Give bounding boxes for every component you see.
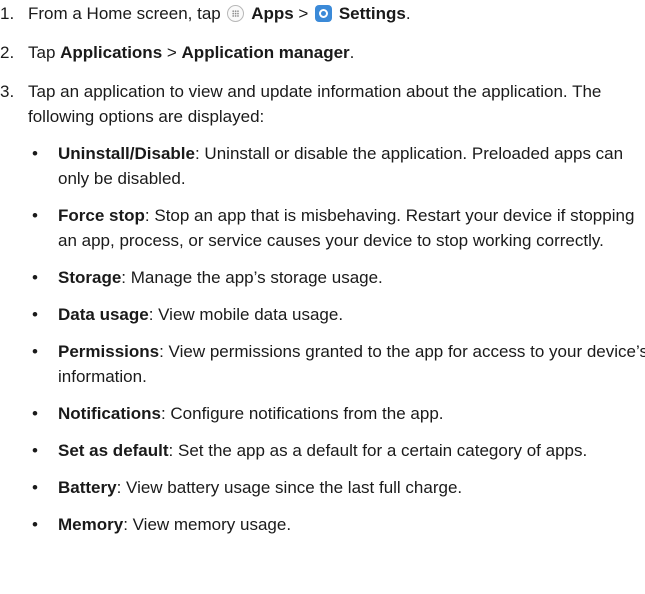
step-1: 1. From a Home screen, tap Apps > Settin…	[0, 1, 645, 26]
instructions-document: 1. From a Home screen, tap Apps > Settin…	[0, 0, 645, 594]
step-number: 3.	[0, 82, 15, 101]
step-number: 2.	[0, 43, 15, 62]
option-notifications: • Notifications: Configure notifications …	[28, 401, 645, 426]
settings-label: Settings	[338, 4, 406, 23]
option-term: Data usage	[58, 305, 149, 324]
option-permissions: • Permissions: View permissions granted t…	[28, 339, 645, 389]
step-3: 3. Tap an application to view and update…	[0, 79, 645, 537]
bullet-icon: •	[32, 268, 38, 287]
apps-label: Apps	[251, 4, 294, 23]
step-2: 2. Tap Applications > Application manage…	[0, 40, 645, 65]
applications-label: Applications	[60, 43, 163, 62]
option-memory: • Memory: View memory usage.	[28, 512, 645, 537]
option-term: Uninstall/Disable	[58, 144, 195, 163]
option-uninstall-disable: • Uninstall/Disable: Uninstall or disable…	[28, 141, 645, 191]
option-set-as-default: • Set as default: Set the app as a defaul…	[28, 438, 645, 463]
option-term: Force stop	[58, 206, 145, 225]
option-battery: • Battery: View battery usage since the l…	[28, 475, 645, 500]
option-term: Set as default	[58, 441, 169, 460]
apps-icon	[227, 5, 245, 22]
bullet-icon: •	[32, 515, 38, 534]
step-text: Tap an application to view and update in…	[28, 82, 602, 126]
bullet-icon: •	[32, 404, 38, 423]
step-text: Tap Applications > Application manager.	[28, 43, 355, 62]
option-description: : Set the app as a default for a certain…	[168, 441, 588, 460]
option-force-stop: • Force stop: Stop an app that is misbeha…	[28, 203, 645, 253]
option-description: : View battery usage since the last full…	[116, 478, 463, 497]
option-data-usage: • Data usage: View mobile data usage.	[28, 302, 645, 327]
bullet-icon: •	[32, 144, 38, 163]
options-list: • Uninstall/Disable: Uninstall or disable…	[28, 141, 645, 537]
application-manager-label: Application manager	[181, 43, 350, 62]
option-description: : Stop an app that is misbehaving. Resta…	[58, 206, 635, 250]
option-description: : View mobile data usage.	[148, 305, 344, 324]
option-description: : Configure notifications from the app.	[160, 404, 444, 423]
option-storage: • Storage: Manage the app’s storage usage…	[28, 265, 645, 290]
option-term: Permissions	[58, 342, 160, 361]
bullet-icon: •	[32, 305, 38, 324]
option-term: Battery	[58, 478, 117, 497]
step-text: From a Home screen, tap Apps > Settings.	[28, 4, 411, 23]
option-term: Memory	[58, 515, 124, 534]
bullet-icon: •	[32, 441, 38, 460]
option-term: Notifications	[58, 404, 161, 423]
settings-icon	[315, 5, 333, 22]
option-description: : View memory usage.	[123, 515, 292, 534]
option-term: Storage	[58, 268, 122, 287]
option-description: : Manage the app’s storage usage.	[121, 268, 383, 287]
bullet-icon: •	[32, 478, 38, 497]
bullet-icon: •	[32, 206, 38, 225]
bullet-icon: •	[32, 342, 38, 361]
step-number: 1.	[0, 4, 15, 23]
